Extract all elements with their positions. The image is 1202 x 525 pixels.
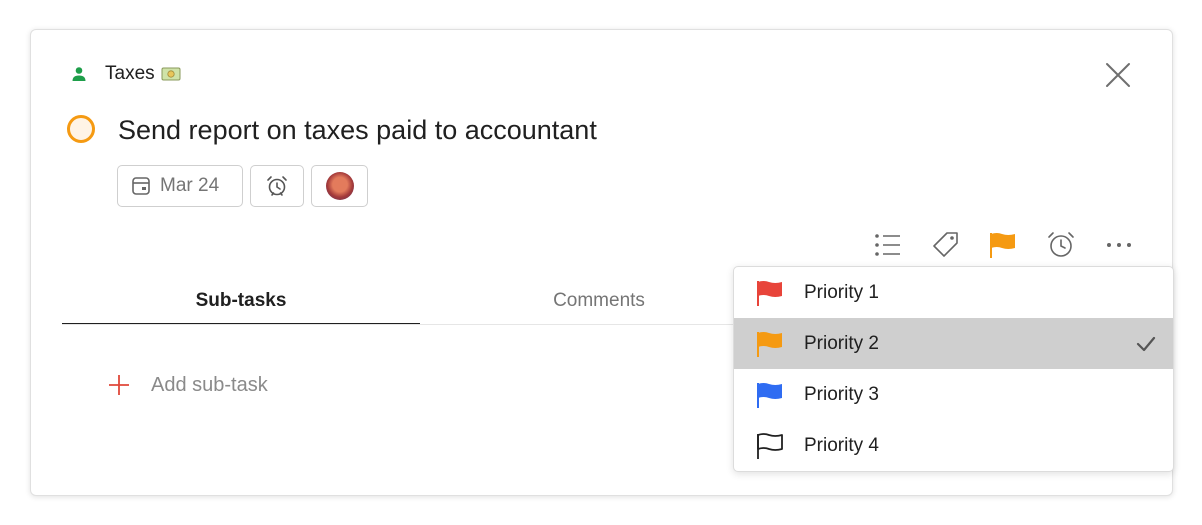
blue-flag-icon (757, 382, 782, 408)
assignee-chip[interactable] (311, 165, 368, 207)
priority-dropdown: Priority 1 Priority 2 Priority 3 Priorit… (733, 266, 1174, 472)
close-icon[interactable] (1103, 60, 1133, 90)
orange-flag-icon (757, 331, 782, 357)
calendar-icon (132, 177, 150, 195)
money-with-wings-icon (161, 67, 181, 81)
project-name: Taxes (105, 63, 155, 84)
task-title[interactable]: Send report on taxes paid to accountant (118, 112, 597, 148)
due-date-label: Mar 24 (160, 175, 220, 196)
due-date-chip[interactable]: Mar 24 (117, 165, 243, 207)
alarm-clock-icon (267, 176, 287, 196)
label-tag-icon[interactable] (929, 228, 963, 262)
reminder-chip[interactable] (250, 165, 304, 207)
priority-option-label: Priority 3 (804, 383, 879, 405)
priority-option-4[interactable]: Priority 4 (734, 420, 1173, 471)
checkmark-icon (1136, 336, 1156, 352)
avatar (325, 172, 354, 200)
red-flag-icon (757, 280, 782, 306)
add-subtask-label: Add sub-task (151, 373, 268, 396)
plus-icon (109, 375, 129, 395)
tab-subtasks[interactable]: Sub-tasks (62, 285, 420, 325)
person-icon (72, 67, 86, 81)
priority-option-2[interactable]: Priority 2 (734, 318, 1173, 369)
priority-option-label: Priority 1 (804, 281, 879, 303)
add-subtask-button[interactable]: Add sub-task (107, 369, 268, 401)
priority-flag-icon[interactable] (986, 228, 1020, 262)
priority-option-3[interactable]: Priority 3 (734, 369, 1173, 420)
reminder-alarm-icon[interactable] (1044, 228, 1078, 262)
priority-option-label: Priority 4 (804, 434, 879, 456)
complete-task-checkbox[interactable] (66, 114, 96, 144)
priority-option-1[interactable]: Priority 1 (734, 267, 1173, 318)
priority-option-label: Priority 2 (804, 332, 879, 354)
subtasks-list-icon[interactable] (871, 228, 905, 262)
outline-flag-icon (757, 432, 783, 459)
more-icon[interactable] (1102, 228, 1136, 262)
project-breadcrumb[interactable]: Taxes (71, 60, 181, 88)
tab-comments[interactable]: Comments (420, 285, 778, 325)
